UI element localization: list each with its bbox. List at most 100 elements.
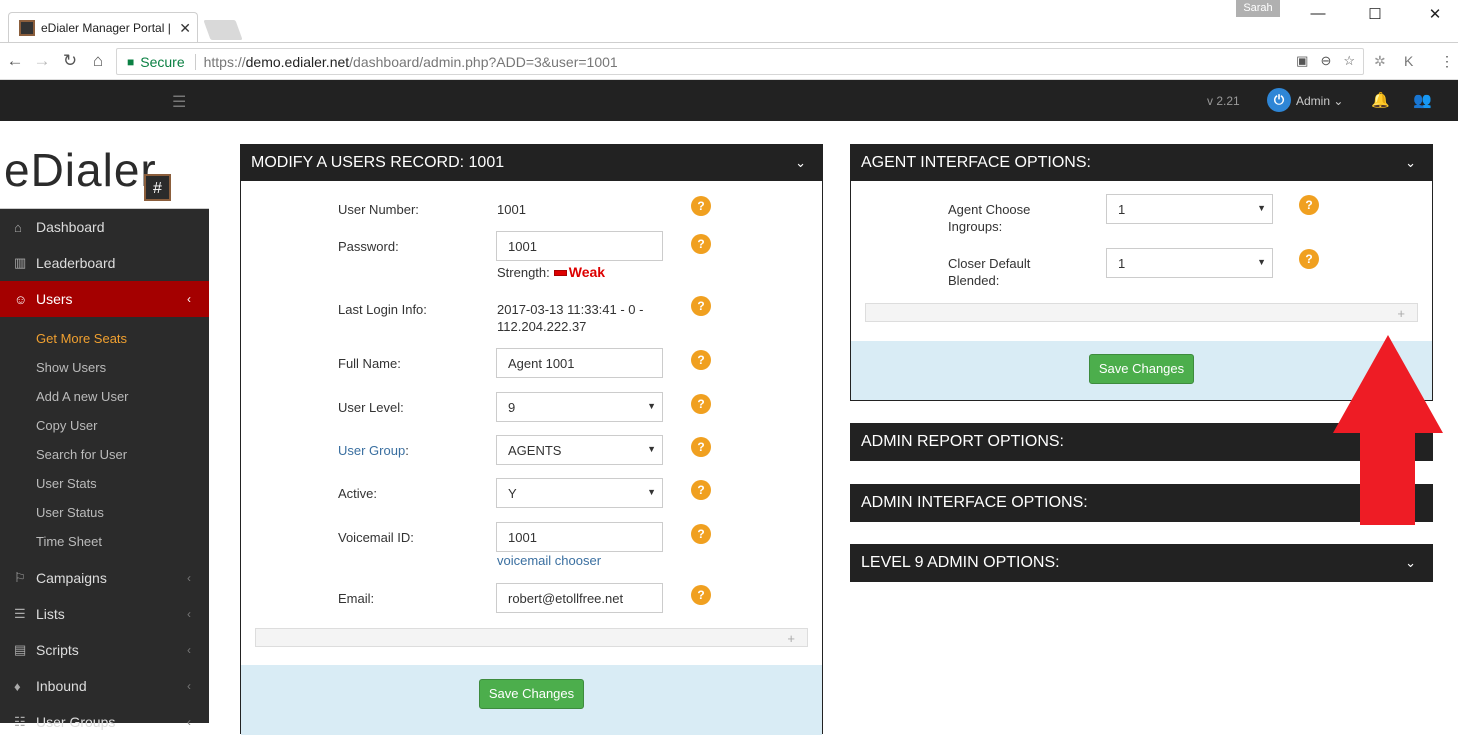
blocked-popup-icon[interactable]: ▣ [1296, 53, 1308, 69]
user-level-select[interactable]: 9 ▼ [496, 392, 663, 422]
active-select[interactable]: Y ▼ [496, 478, 663, 508]
submenu-user-status[interactable]: User Status [0, 498, 209, 527]
url-input[interactable]: ■ Secure https:// demo.edialer.net /dash… [116, 48, 1364, 75]
help-icon[interactable]: ? [1299, 249, 1319, 269]
submenu-time-sheet[interactable]: Time Sheet [0, 527, 209, 556]
new-tab-button[interactable] [203, 20, 243, 40]
save-changes-button[interactable]: Save Changes [479, 679, 584, 709]
level9-admin-panel[interactable]: LEVEL 9 ADMIN OPTIONS: ⌄ [850, 544, 1433, 582]
profile-badge[interactable]: Sarah [1236, 0, 1280, 17]
panel-title: MODIFY A USERS RECORD: 1001 [251, 154, 505, 171]
sidebar-item-users[interactable]: ☺ Users ‹ [0, 281, 209, 317]
help-icon[interactable]: ? [691, 524, 711, 544]
select-arrow-icon: ▼ [647, 487, 656, 497]
help-icon[interactable]: ? [691, 350, 711, 370]
password-field[interactable]: 1001 [496, 231, 663, 261]
help-icon[interactable]: ? [691, 585, 711, 605]
omnibox-divider [194, 53, 196, 70]
extension-gear-icon[interactable]: ✲ [1374, 53, 1386, 70]
sidebar-item-campaigns[interactable]: ⚐ Campaigns ‹ [0, 560, 209, 596]
user-group-select[interactable]: AGENTS ▼ [496, 435, 663, 465]
sidebar-item-dashboard[interactable]: ⌂ Dashboard [0, 209, 209, 245]
main-content: MODIFY A USERS RECORD: 1001 ⌄ User Numbe… [209, 121, 1458, 735]
expand-row[interactable]: + [255, 628, 808, 647]
bookmark-star-icon[interactable]: ☆ [1343, 53, 1355, 69]
help-icon[interactable]: ? [691, 296, 711, 316]
submenu-copy-user[interactable]: Copy User [0, 411, 209, 440]
help-icon[interactable]: ? [691, 234, 711, 254]
zoom-icon[interactable]: ⊖ [1320, 53, 1331, 69]
help-icon[interactable]: ? [1299, 195, 1319, 215]
user-avatar-power-icon[interactable]: ⏻ [1267, 88, 1291, 112]
help-icon[interactable]: ? [691, 437, 711, 457]
home-icon[interactable]: ⌂ [87, 51, 109, 71]
agent-choose-ingroups-value: 1 [1118, 202, 1126, 217]
tab-strip: eDialer Manager Portal | ✕ Sarah — ☐ ✕ [0, 0, 1458, 43]
users-submenu: Get More Seats Show Users Add A new User… [0, 317, 209, 560]
back-arrow-icon[interactable]: ← [4, 51, 26, 71]
help-icon[interactable]: ? [691, 196, 711, 216]
user-group-colon: : [405, 443, 409, 458]
sidebar-item-leaderboard[interactable]: ▥ Leaderboard [0, 245, 209, 281]
sidebar-item-scripts[interactable]: ▤ Scripts ‹ [0, 632, 209, 668]
url-path: /dashboard/admin.php?ADD=3&user=1001 [349, 53, 618, 70]
panel-title: LEVEL 9 ADMIN OPTIONS: [861, 554, 1060, 571]
panel-header[interactable]: AGENT INTERFACE OPTIONS: ⌄ [851, 145, 1432, 181]
submenu-user-stats[interactable]: User Stats [0, 469, 209, 498]
window-close-button[interactable]: ✕ [1420, 5, 1450, 25]
user-group-link[interactable]: User Group [338, 443, 405, 458]
user-number-label: User Number: [338, 202, 419, 217]
panel-header[interactable]: MODIFY A USERS RECORD: 1001 ⌄ [241, 145, 822, 181]
save-changes-button[interactable]: Save Changes [1089, 354, 1194, 384]
minimize-button[interactable]: — [1303, 5, 1333, 25]
sidebar-item-user-groups[interactable]: ☷ User Groups ‹ [0, 704, 209, 740]
voicemail-field[interactable]: 1001 [496, 522, 663, 552]
submenu-get-more-seats[interactable]: Get More Seats [0, 324, 209, 353]
panel-header[interactable]: LEVEL 9 ADMIN OPTIONS: ⌄ [851, 545, 1432, 581]
browser-tab[interactable]: eDialer Manager Portal | ✕ [8, 12, 198, 43]
chevron-down-icon[interactable]: ⌄ [1405, 545, 1416, 581]
browser-menu-icon[interactable]: ⋮ [1440, 53, 1454, 70]
user-menu-button[interactable]: Admin ⌄ [1296, 94, 1343, 108]
help-icon[interactable]: ? [691, 394, 711, 414]
users-group-icon[interactable]: 👥 [1413, 91, 1432, 109]
app-logo: eDialer # [0, 121, 209, 209]
site-favicon-icon [19, 20, 35, 36]
sidebar-item-lists[interactable]: ☰ Lists ‹ [0, 596, 209, 632]
tab-close-icon[interactable]: ✕ [179, 20, 191, 37]
voicemail-chooser-link[interactable]: voicemail chooser [497, 553, 601, 568]
lock-icon: ■ [127, 54, 135, 69]
closer-default-blended-label: Closer Default [948, 256, 1031, 271]
forward-arrow-icon[interactable]: → [31, 51, 53, 71]
sidebar-item-inbound[interactable]: ♦ Inbound ‹ [0, 668, 209, 704]
sidebar-item-label: Campaigns [36, 570, 107, 586]
extension-k-icon[interactable]: K [1404, 53, 1413, 69]
email-label: Email: [338, 591, 375, 606]
submenu-add-user[interactable]: Add A new User [0, 382, 209, 411]
sidebar-item-label: Inbound [36, 678, 87, 694]
sidebar-toggle-icon[interactable]: ☰ [172, 92, 186, 112]
select-arrow-icon: ▼ [647, 444, 656, 454]
submenu-show-users[interactable]: Show Users [0, 353, 209, 382]
reload-icon[interactable]: ↻ [59, 51, 81, 71]
panel-title: ADMIN INTERFACE OPTIONS: [861, 494, 1088, 511]
help-icon[interactable]: ? [691, 480, 711, 500]
expand-row[interactable]: + [865, 303, 1418, 322]
chevron-down-icon[interactable]: ⌄ [1405, 145, 1416, 181]
password-strength: Strength: Weak [497, 264, 605, 280]
select-arrow-icon: ▼ [1257, 257, 1266, 267]
modify-user-panel: MODIFY A USERS RECORD: 1001 ⌄ User Numbe… [240, 144, 823, 735]
last-login-label: Last Login Info: [338, 302, 427, 317]
agent-choose-ingroups-select[interactable]: 1 ▼ [1106, 194, 1273, 224]
full-name-field[interactable]: Agent 1001 [496, 348, 663, 378]
panel-title: ADMIN REPORT OPTIONS: [861, 433, 1064, 450]
chevron-down-icon[interactable]: ⌄ [795, 145, 806, 181]
notifications-bell-icon[interactable]: 🔔 [1371, 91, 1390, 109]
sidebar-item-label: Leaderboard [36, 255, 116, 271]
email-field[interactable]: robert@etollfree.net [496, 583, 663, 613]
closer-default-blended-select[interactable]: 1 ▼ [1106, 248, 1273, 278]
closer-default-blended-value: 1 [1118, 256, 1126, 271]
submenu-search-user[interactable]: Search for User [0, 440, 209, 469]
logo-hash-icon: # [144, 174, 171, 201]
maximize-button[interactable]: ☐ [1360, 5, 1390, 25]
